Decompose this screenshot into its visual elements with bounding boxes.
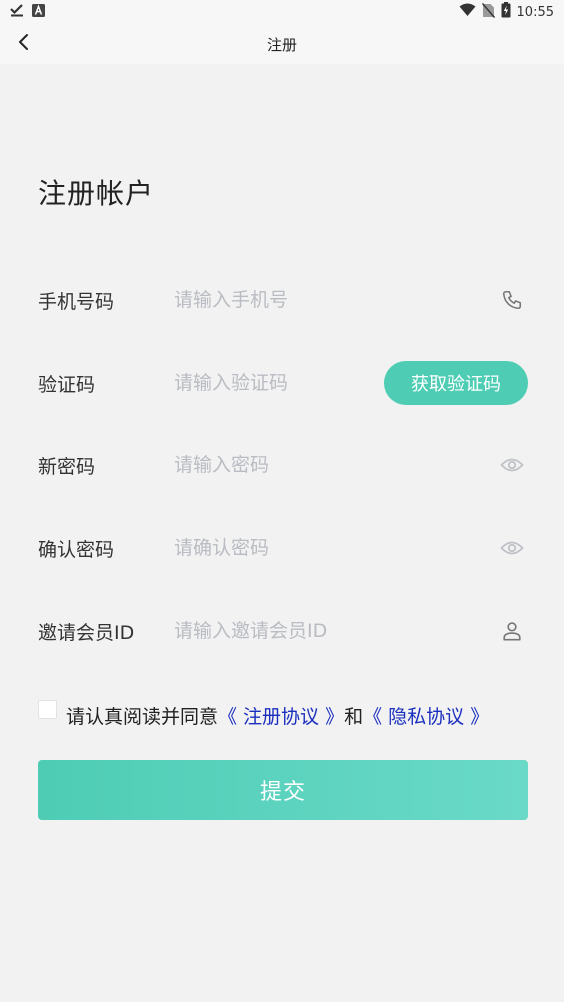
- password-input[interactable]: [174, 445, 498, 485]
- no-sim-icon: [481, 2, 495, 22]
- nav-title: 注册: [266, 35, 297, 54]
- phone-icon: [498, 286, 526, 314]
- privacy-agreement-link[interactable]: 《 隐私协议 》: [363, 702, 489, 729]
- status-right: 10:55: [459, 2, 554, 22]
- wifi-icon: [459, 3, 476, 21]
- eye-icon[interactable]: [498, 451, 526, 479]
- agree-checkbox[interactable]: [38, 699, 57, 719]
- invite-row: 邀请会员ID: [38, 590, 528, 672]
- agreement-prefix: 请认真阅读并同意: [66, 705, 219, 728]
- phone-row: 手机号码: [38, 259, 528, 341]
- phone-input[interactable]: [174, 280, 498, 320]
- code-label: 验证码: [38, 373, 96, 396]
- confirm-password-input[interactable]: [174, 528, 498, 568]
- agreement-row: 请认真阅读并同意 《 注册协议 》 和 《 隐私协议 》: [38, 698, 489, 732]
- status-left: [10, 3, 45, 21]
- phone-label: 手机号码: [38, 290, 115, 313]
- get-code-button[interactable]: 获取验证码: [384, 361, 528, 405]
- agreement-conj: 和: [344, 705, 364, 728]
- submit-button[interactable]: 提交: [38, 760, 528, 820]
- code-row: 验证码 获取验证码: [38, 342, 528, 424]
- invite-label: 邀请会员ID: [38, 621, 135, 644]
- password-label: 新密码: [38, 455, 96, 478]
- eye-icon[interactable]: [498, 534, 526, 562]
- confirm-password-row: 确认密码: [38, 507, 528, 589]
- password-row: 新密码: [38, 424, 528, 506]
- page-title: 注册帐户: [38, 177, 155, 210]
- user-icon: [498, 617, 526, 645]
- chevron-left-icon: [17, 33, 31, 55]
- status-time: 10:55: [516, 4, 554, 20]
- code-input[interactable]: [174, 363, 384, 403]
- confirm-password-label: 确认密码: [38, 538, 115, 561]
- a-letter-icon: [32, 3, 45, 21]
- back-button[interactable]: [10, 30, 38, 58]
- battery-charging-icon: [501, 2, 511, 22]
- nav-bar: 注册: [0, 24, 564, 64]
- invite-input[interactable]: [174, 611, 498, 651]
- download-done-icon: [10, 3, 24, 21]
- register-agreement-link[interactable]: 《 注册协议 》: [218, 702, 344, 729]
- status-bar: 10:55: [0, 0, 564, 24]
